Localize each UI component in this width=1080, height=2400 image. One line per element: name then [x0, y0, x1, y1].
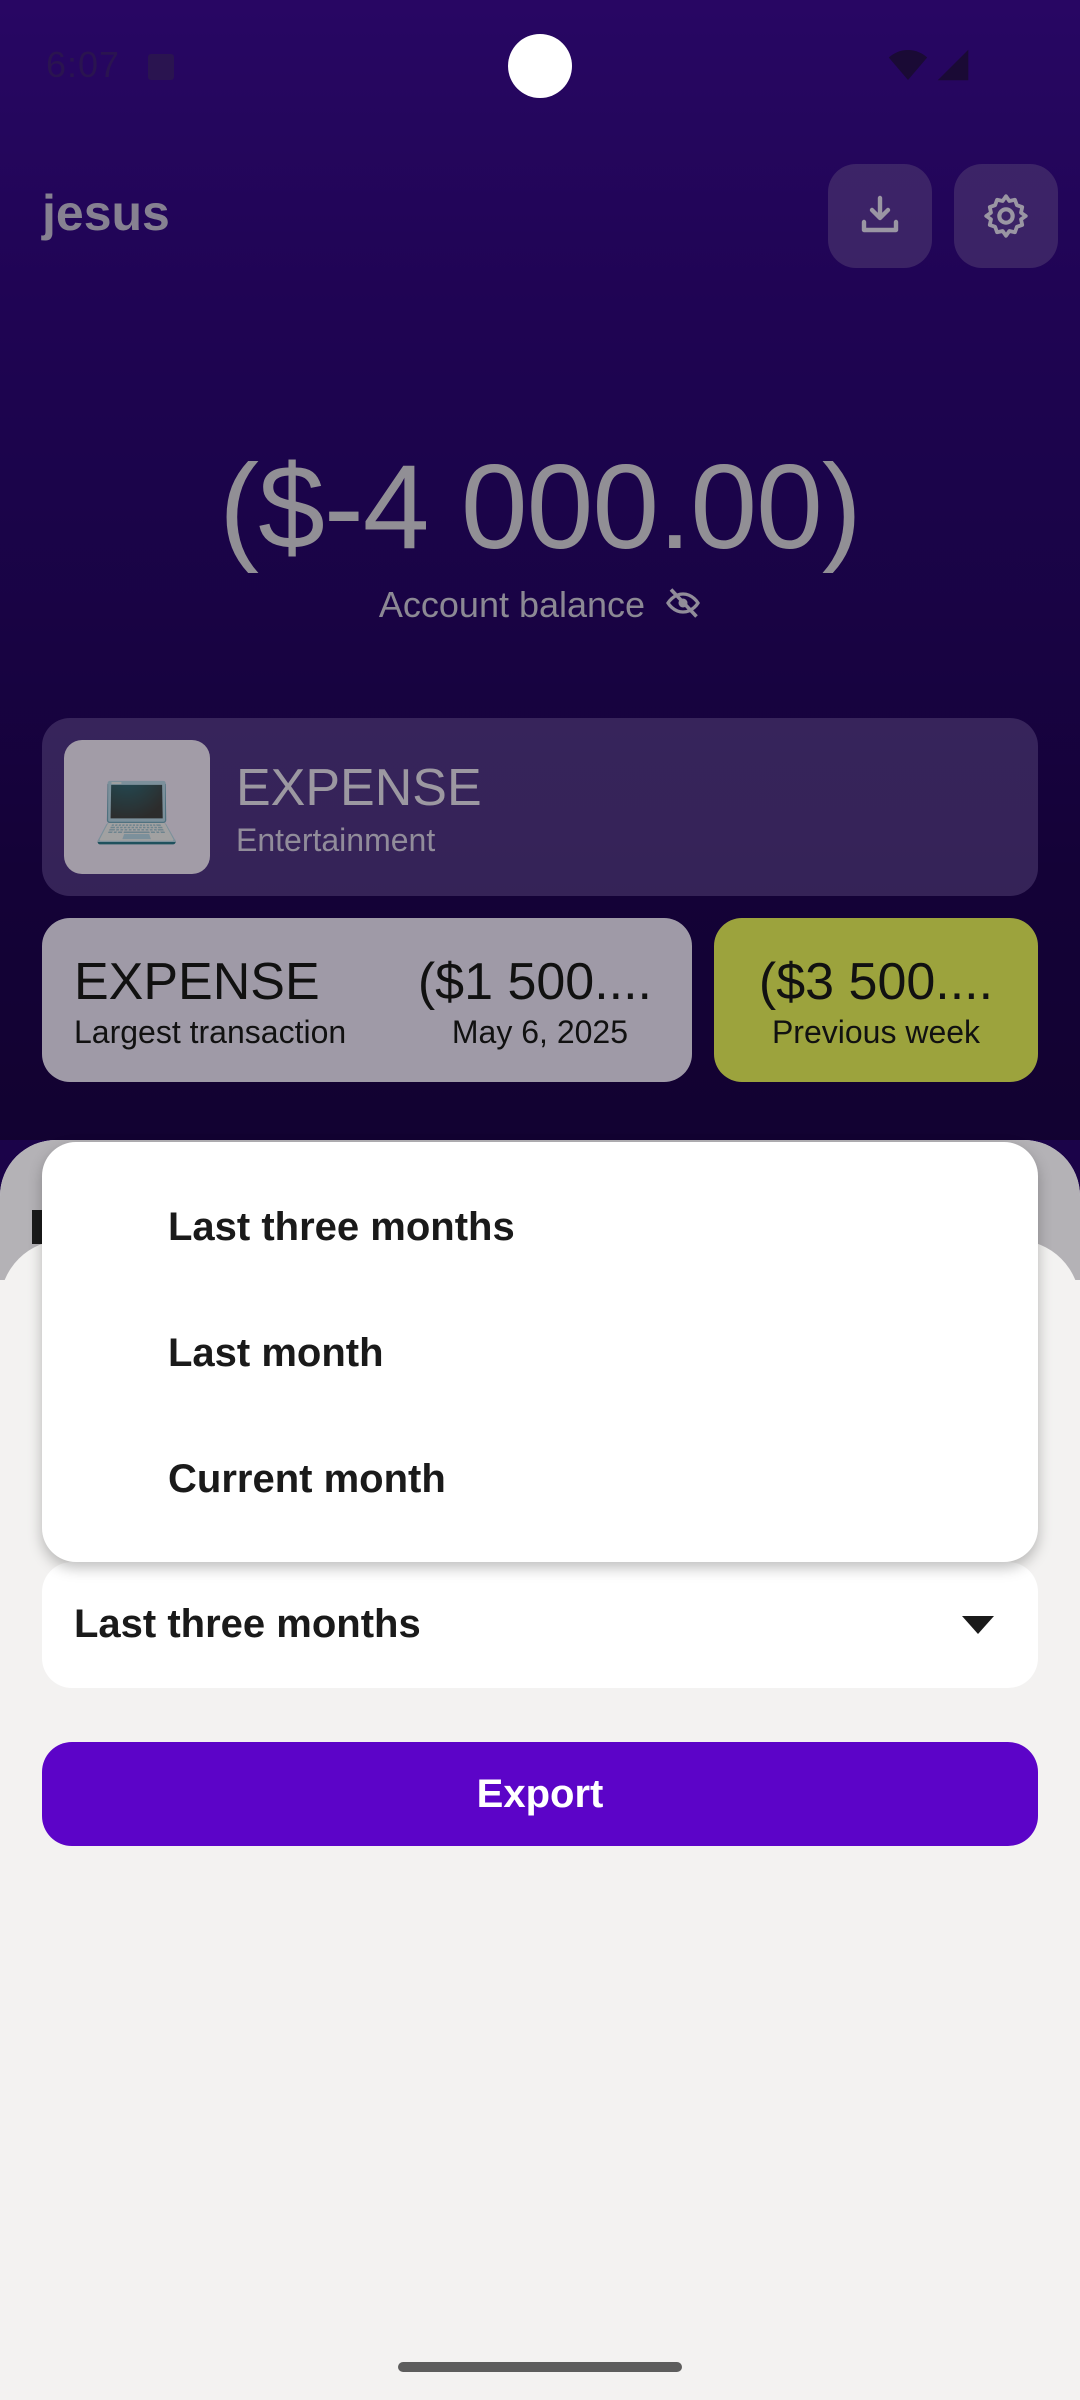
- status-icons: [888, 48, 970, 82]
- notification-app-icon: [148, 54, 174, 80]
- menu-item-last-three-months[interactable]: Last three months: [42, 1164, 1038, 1290]
- scrim-overlay[interactable]: [0, 0, 1080, 1140]
- period-dropdown-menu: Last three months Last month Current mon…: [42, 1142, 1038, 1562]
- period-select[interactable]: Last three months: [42, 1562, 1038, 1688]
- sheet-title-fragment: [32, 1210, 42, 1244]
- menu-item-current-month[interactable]: Current month: [42, 1416, 1038, 1542]
- dropdown-arrow-icon: [962, 1616, 994, 1634]
- status-bar: 6:07: [0, 0, 1080, 132]
- front-camera: [508, 34, 572, 98]
- period-select-value: Last three months: [74, 1602, 421, 1646]
- menu-item-last-month[interactable]: Last month: [42, 1290, 1038, 1416]
- status-time: 6:07: [46, 44, 121, 85]
- wifi-icon: [888, 50, 927, 80]
- signal-icon: [937, 49, 969, 81]
- export-button[interactable]: Export: [42, 1742, 1038, 1846]
- home-indicator[interactable]: [398, 2362, 682, 2372]
